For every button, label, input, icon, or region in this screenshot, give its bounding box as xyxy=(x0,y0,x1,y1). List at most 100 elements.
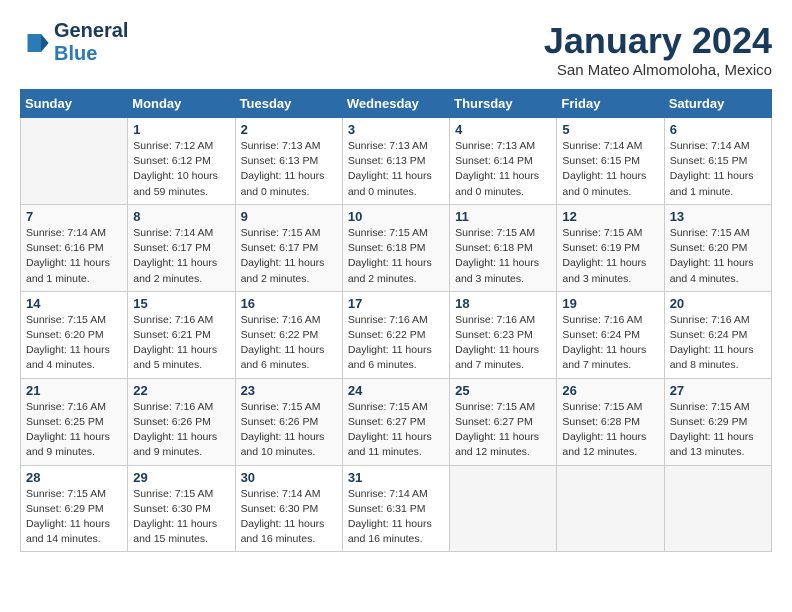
calendar-cell: 27 Sunrise: 7:15 AMSunset: 6:29 PMDayligh… xyxy=(664,378,771,465)
calendar-cell: 19Sunrise: 7:16 AMSunset: 6:24 PMDayligh… xyxy=(557,291,664,378)
day-info: Sunrise: 7:16 AMSunset: 6:26 PMDaylight:… xyxy=(133,400,229,461)
day-number: 3 xyxy=(348,122,444,137)
calendar-cell: 18 Sunrise: 7:16 AMSunset: 6:23 PMDayligh… xyxy=(450,291,557,378)
title-block: January 2024 San Mateo Almomoloha, Mexic… xyxy=(544,20,772,79)
calendar-cell: 7 Sunrise: 7:14 AMSunset: 6:16 PMDaylight… xyxy=(21,204,128,291)
calendar-cell: 14 Sunrise: 7:15 AMSunset: 6:20 PMDayligh… xyxy=(21,291,128,378)
day-number: 12 xyxy=(562,209,658,224)
weekday-header: Saturday xyxy=(664,90,771,118)
day-number: 9 xyxy=(241,209,337,224)
day-info: Sunrise: 7:15 AMSunset: 6:17 PMDaylight:… xyxy=(241,226,337,287)
day-number: 8 xyxy=(133,209,229,224)
day-info: Sunrise: 7:16 AMSunset: 6:23 PMDaylight:… xyxy=(455,313,551,374)
day-number: 14 xyxy=(26,296,122,311)
weekday-header: Wednesday xyxy=(342,90,449,118)
day-number: 25 xyxy=(455,383,551,398)
day-info: Sunrise: 7:15 AMSunset: 6:29 PMDaylight:… xyxy=(26,487,122,548)
day-info: Sunrise: 7:15 AMSunset: 6:19 PMDaylight:… xyxy=(562,226,658,287)
location: San Mateo Almomoloha, Mexico xyxy=(544,62,772,79)
day-number: 5 xyxy=(562,122,658,137)
calendar-cell: 1 Sunrise: 7:12 AMSunset: 6:12 PMDaylight… xyxy=(128,118,235,205)
day-info: Sunrise: 7:14 AMSunset: 6:16 PMDaylight:… xyxy=(26,226,122,287)
logo-icon xyxy=(20,28,50,58)
calendar-cell: 13Sunrise: 7:15 AMSunset: 6:20 PMDayligh… xyxy=(664,204,771,291)
calendar-cell xyxy=(557,465,664,552)
day-number: 23 xyxy=(241,383,337,398)
day-info: Sunrise: 7:14 AMSunset: 6:31 PMDaylight:… xyxy=(348,487,444,548)
day-info: Sunrise: 7:14 AMSunset: 6:17 PMDaylight:… xyxy=(133,226,229,287)
day-info: Sunrise: 7:16 AMSunset: 6:22 PMDaylight:… xyxy=(348,313,444,374)
day-info: Sunrise: 7:15 AMSunset: 6:18 PMDaylight:… xyxy=(348,226,444,287)
calendar-cell: 17 Sunrise: 7:16 AMSunset: 6:22 PMDayligh… xyxy=(342,291,449,378)
day-info: Sunrise: 7:15 AMSunset: 6:26 PMDaylight:… xyxy=(241,400,337,461)
calendar-cell: 30 Sunrise: 7:14 AMSunset: 6:30 PMDayligh… xyxy=(235,465,342,552)
day-info: Sunrise: 7:15 AMSunset: 6:28 PMDaylight:… xyxy=(562,400,658,461)
calendar-cell: 16Sunrise: 7:16 AMSunset: 6:22 PMDayligh… xyxy=(235,291,342,378)
weekday-header: Sunday xyxy=(21,90,128,118)
day-number: 27 xyxy=(670,383,766,398)
calendar-cell: 6Sunrise: 7:14 AMSunset: 6:15 PMDaylight… xyxy=(664,118,771,205)
weekday-header: Thursday xyxy=(450,90,557,118)
calendar-cell: 29Sunrise: 7:15 AMSunset: 6:30 PMDayligh… xyxy=(128,465,235,552)
day-info: Sunrise: 7:16 AMSunset: 6:25 PMDaylight:… xyxy=(26,400,122,461)
day-number: 18 xyxy=(455,296,551,311)
day-info: Sunrise: 7:14 AMSunset: 6:30 PMDaylight:… xyxy=(241,487,337,548)
day-number: 19 xyxy=(562,296,658,311)
calendar-cell: 26Sunrise: 7:15 AMSunset: 6:28 PMDayligh… xyxy=(557,378,664,465)
weekday-header: Friday xyxy=(557,90,664,118)
logo-text-blue: Blue xyxy=(54,43,128,66)
day-info: Sunrise: 7:13 AMSunset: 6:14 PMDaylight:… xyxy=(455,139,551,200)
calendar-week-row: 14 Sunrise: 7:15 AMSunset: 6:20 PMDayligh… xyxy=(21,291,772,378)
day-number: 13 xyxy=(670,209,766,224)
logo: General Blue xyxy=(20,20,128,66)
day-number: 7 xyxy=(26,209,122,224)
weekday-header: Tuesday xyxy=(235,90,342,118)
day-number: 22 xyxy=(133,383,229,398)
calendar-cell: 15 Sunrise: 7:16 AMSunset: 6:21 PMDayligh… xyxy=(128,291,235,378)
day-number: 28 xyxy=(26,470,122,485)
day-info: Sunrise: 7:15 AMSunset: 6:20 PMDaylight:… xyxy=(26,313,122,374)
calendar-cell: 9 Sunrise: 7:15 AMSunset: 6:17 PMDaylight… xyxy=(235,204,342,291)
calendar-cell: 11 Sunrise: 7:15 AMSunset: 6:18 PMDayligh… xyxy=(450,204,557,291)
day-info: Sunrise: 7:12 AMSunset: 6:12 PMDaylight:… xyxy=(133,139,229,200)
day-number: 10 xyxy=(348,209,444,224)
calendar-cell: 4Sunrise: 7:13 AMSunset: 6:14 PMDaylight… xyxy=(450,118,557,205)
day-info: Sunrise: 7:13 AMSunset: 6:13 PMDaylight:… xyxy=(348,139,444,200)
calendar-cell: 31 Sunrise: 7:14 AMSunset: 6:31 PMDayligh… xyxy=(342,465,449,552)
day-info: Sunrise: 7:15 AMSunset: 6:27 PMDaylight:… xyxy=(455,400,551,461)
calendar-cell: 10 Sunrise: 7:15 AMSunset: 6:18 PMDayligh… xyxy=(342,204,449,291)
day-number: 17 xyxy=(348,296,444,311)
day-number: 16 xyxy=(241,296,337,311)
page-header: General Blue January 2024 San Mateo Almo… xyxy=(20,20,772,79)
calendar-cell: 24Sunrise: 7:15 AMSunset: 6:27 PMDayligh… xyxy=(342,378,449,465)
calendar-cell: 8 Sunrise: 7:14 AMSunset: 6:17 PMDaylight… xyxy=(128,204,235,291)
day-number: 1 xyxy=(133,122,229,137)
day-info: Sunrise: 7:15 AMSunset: 6:18 PMDaylight:… xyxy=(455,226,551,287)
day-info: Sunrise: 7:14 AMSunset: 6:15 PMDaylight:… xyxy=(562,139,658,200)
weekday-header-row: SundayMondayTuesdayWednesdayThursdayFrid… xyxy=(21,90,772,118)
calendar-week-row: 28 Sunrise: 7:15 AMSunset: 6:29 PMDayligh… xyxy=(21,465,772,552)
calendar-cell xyxy=(664,465,771,552)
month-title: January 2024 xyxy=(544,20,772,62)
day-number: 30 xyxy=(241,470,337,485)
day-info: Sunrise: 7:15 AMSunset: 6:27 PMDaylight:… xyxy=(348,400,444,461)
calendar-cell xyxy=(450,465,557,552)
logo-text-general: General xyxy=(54,20,128,43)
calendar-week-row: 21 Sunrise: 7:16 AMSunset: 6:25 PMDayligh… xyxy=(21,378,772,465)
day-info: Sunrise: 7:15 AMSunset: 6:30 PMDaylight:… xyxy=(133,487,229,548)
day-info: Sunrise: 7:15 AMSunset: 6:29 PMDaylight:… xyxy=(670,400,766,461)
calendar-week-row: 1 Sunrise: 7:12 AMSunset: 6:12 PMDaylight… xyxy=(21,118,772,205)
day-number: 21 xyxy=(26,383,122,398)
calendar-table: SundayMondayTuesdayWednesdayThursdayFrid… xyxy=(20,89,772,552)
day-number: 20 xyxy=(670,296,766,311)
day-info: Sunrise: 7:16 AMSunset: 6:21 PMDaylight:… xyxy=(133,313,229,374)
calendar-cell xyxy=(21,118,128,205)
day-number: 2 xyxy=(241,122,337,137)
day-number: 11 xyxy=(455,209,551,224)
weekday-header: Monday xyxy=(128,90,235,118)
day-number: 31 xyxy=(348,470,444,485)
day-info: Sunrise: 7:14 AMSunset: 6:15 PMDaylight:… xyxy=(670,139,766,200)
calendar-cell: 20Sunrise: 7:16 AMSunset: 6:24 PMDayligh… xyxy=(664,291,771,378)
day-number: 15 xyxy=(133,296,229,311)
day-info: Sunrise: 7:13 AMSunset: 6:13 PMDaylight:… xyxy=(241,139,337,200)
